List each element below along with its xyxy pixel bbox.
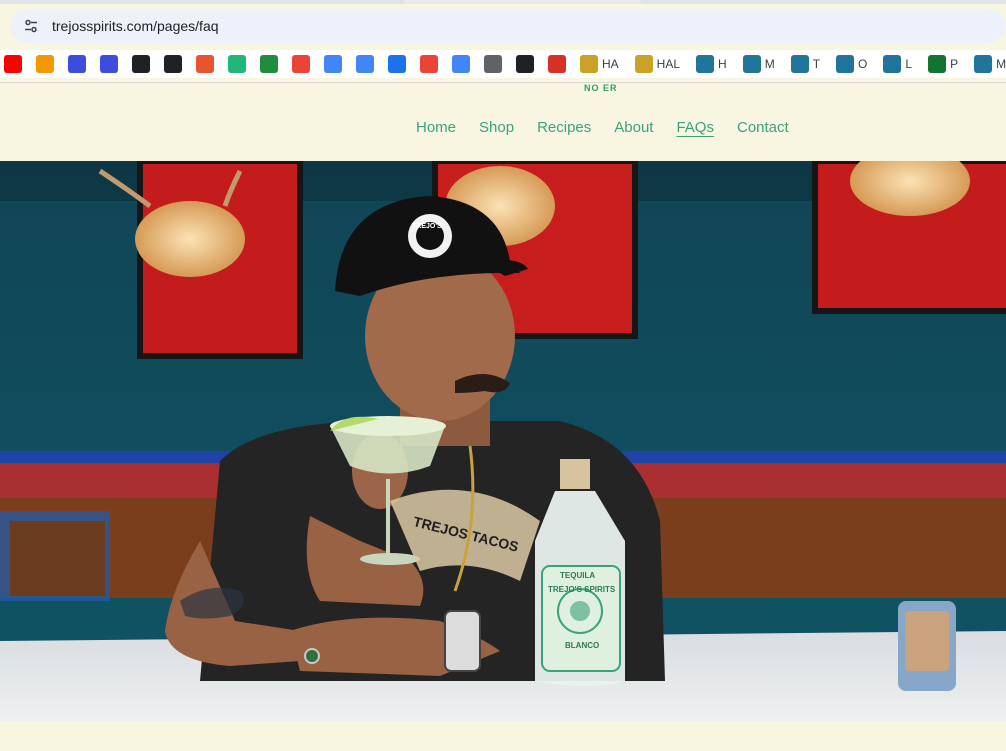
tuning-fork-icon (516, 55, 534, 73)
gmail-icon (420, 55, 438, 73)
bookmark-item[interactable] (224, 53, 250, 75)
bookmark-label: HA (602, 57, 619, 71)
bookmark-item[interactable] (160, 53, 186, 75)
bookmark-item[interactable] (544, 53, 570, 75)
bookmark-item[interactable] (128, 53, 154, 75)
hero-photo (0, 161, 1006, 721)
bookmark-item[interactable]: H (692, 53, 733, 75)
cube-icon (548, 55, 566, 73)
bookmark-item[interactable] (384, 53, 410, 75)
bottle-label-main: TREJO'S SPIRITS (548, 585, 616, 594)
bookmarks-bar: HA HAL H M T O L P MI (0, 50, 1006, 78)
site-info-icon[interactable] (18, 13, 44, 39)
cap-badge-text: TREJO'S (412, 223, 442, 230)
wordpress-icon (742, 55, 761, 73)
bookmark-item[interactable] (352, 53, 378, 75)
wordpress-icon (883, 55, 902, 73)
nav-about[interactable]: About (614, 119, 653, 136)
bookmark-label: MI (996, 57, 1006, 71)
bookmark-label: T (812, 57, 821, 71)
bookmark-item[interactable] (256, 53, 282, 75)
bookmark-item[interactable]: L (879, 53, 918, 75)
bottle-label-sub: BLANCO (565, 641, 600, 650)
bookmark-item[interactable]: HAL (631, 53, 686, 75)
bookmark-item[interactable] (320, 53, 346, 75)
bookmark-item[interactable] (512, 53, 538, 75)
bookmark-item[interactable] (480, 53, 506, 75)
q-icon (68, 55, 86, 73)
bookmark-item[interactable] (0, 53, 26, 75)
gs-icon (356, 55, 374, 73)
browser-tab-left[interactable] (0, 0, 405, 4)
hero-image: TREJO'S TREJOS TACOS TEQUILA TREJO'S SPI… (0, 161, 1006, 721)
browser-tab-right[interactable] (640, 0, 1006, 4)
bookmark-item[interactable] (64, 53, 90, 75)
bookmark-item[interactable]: P (924, 53, 964, 75)
k-icon (164, 55, 182, 73)
t-circle-icon (228, 55, 246, 73)
bottle-label-top: TEQUILA (560, 571, 596, 580)
bookmark-item[interactable] (96, 53, 122, 75)
maps-icon (292, 55, 310, 73)
youtube-icon (4, 55, 22, 73)
bookmark-label: H (718, 57, 727, 71)
url-text[interactable]: trejosspirits.com/pages/faq (52, 18, 219, 34)
bookmark-label: P (950, 57, 959, 71)
q-icon (100, 55, 118, 73)
sparkle-icon (324, 55, 342, 73)
bookmark-item[interactable] (288, 53, 314, 75)
bookmark-label: M (764, 57, 775, 71)
bookmark-item[interactable] (416, 53, 442, 75)
page-body (0, 721, 1006, 751)
bookmark-label: HAL (656, 57, 681, 71)
bookmark-label: L (905, 57, 913, 71)
site-logo[interactable]: NO ER (584, 83, 618, 93)
bookmark-item[interactable]: T (787, 53, 826, 75)
nav-home[interactable]: Home (416, 119, 456, 136)
translate-icon (452, 55, 470, 73)
address-bar[interactable]: trejosspirits.com/pages/faq (10, 9, 1006, 43)
site-header: NO ER Home Shop Recipes About FAQs Conta… (0, 83, 1006, 161)
wordpress-icon (836, 55, 855, 73)
green-square-icon (928, 55, 947, 73)
drive-icon (260, 55, 278, 73)
h-icon (580, 55, 598, 73)
main-nav: Home Shop Recipes About FAQs Contact (416, 119, 812, 136)
bookmark-item[interactable] (192, 53, 218, 75)
h-icon (634, 55, 653, 73)
openai-icon (132, 55, 150, 73)
translate-alt-icon (484, 55, 502, 73)
bookmark-item[interactable]: MI (970, 53, 1006, 75)
calendar-icon (388, 55, 406, 73)
nav-recipes[interactable]: Recipes (537, 119, 591, 136)
nav-shop[interactable]: Shop (479, 119, 514, 136)
bookmark-label: O (858, 57, 868, 71)
nav-contact[interactable]: Contact (737, 119, 789, 136)
flame-icon (36, 55, 54, 73)
wordpress-icon (974, 55, 993, 73)
wordpress-icon (696, 55, 715, 73)
t-icon (196, 55, 214, 73)
bookmark-item[interactable]: M (739, 53, 781, 75)
bookmark-item[interactable] (32, 53, 58, 75)
bookmark-item[interactable] (448, 53, 474, 75)
wordpress-icon (790, 55, 809, 73)
bookmark-item[interactable]: O (832, 53, 873, 75)
nav-faqs[interactable]: FAQs (676, 119, 714, 136)
bookmark-item[interactable]: HA (576, 53, 625, 75)
